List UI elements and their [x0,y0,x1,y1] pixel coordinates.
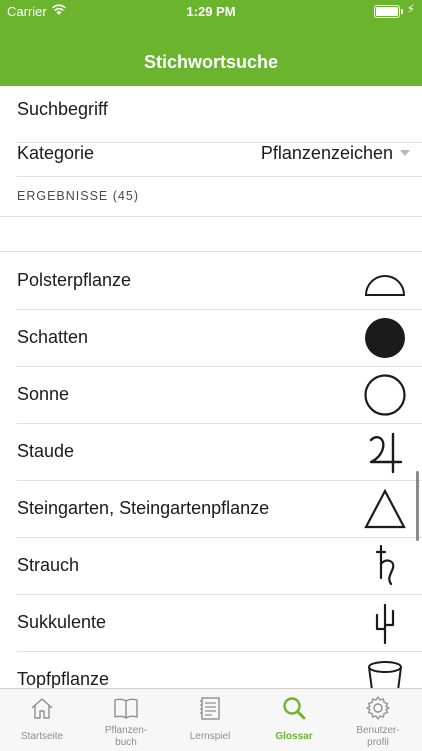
list-item[interactable]: Strauch [17,537,422,595]
jupiter-symbol-icon [369,432,403,474]
category-label: Kategorie [17,143,95,163]
list-item[interactable]: Sukkulente [17,594,422,652]
list-item[interactable]: Sonne [17,366,422,424]
clock: 1:29 PM [186,4,236,19]
item-name: Polsterpflanze [17,270,132,290]
tab-label: Pflanzen- buch [104,725,148,748]
notepad-icon [200,697,220,720]
item-name: Steingarten, Steingartenpflanze [17,498,270,518]
tab-pflanzenbuch[interactable]: Pflanzen- buch [84,689,168,751]
tab-label: Glossar [275,731,313,742]
item-name: Sukkulente [17,612,107,632]
results-count: ERGEBNISSE (45) [17,189,139,203]
search-icon [283,697,306,720]
tab-label: Startseite [20,731,64,742]
item-name: Schatten [17,327,89,347]
triangle-icon [364,488,406,529]
dropdown-caret-icon[interactable] [400,150,410,156]
cactus-icon [375,603,395,645]
list-item[interactable]: Staude [17,423,422,481]
list-item[interactable]: Topfpflanze [17,651,422,688]
tab-glossar[interactable]: Glossar [252,689,336,751]
navigation-header: Carrier 1:29 PM ⚡ Stichwortsuche [0,0,422,86]
battery-icon [374,5,403,18]
gear-icon [366,696,390,720]
book-icon [114,698,138,719]
circle-outline-icon [364,374,406,416]
item-name: Strauch [17,555,80,575]
item-name: Sonne [17,384,70,404]
tab-startseite[interactable]: Startseite [0,689,84,751]
category-selector[interactable]: Kategorie Pflanzenzeichen [17,126,422,177]
tab-label: Benutzer- profil [356,725,400,748]
tab-benutzerprofil[interactable]: Benutzer- profil [336,689,420,751]
list-item[interactable]: Steingarten, Steingartenpflanze [17,480,422,538]
section-spacer [0,217,422,252]
charging-icon: ⚡ [406,2,415,16]
scrollbar[interactable] [416,471,419,541]
item-name: Staude [17,441,75,461]
results-list: Polsterpflanze Schatten Sonne Staude Ste… [0,252,422,688]
category-value[interactable]: Pflanzenzeichen [261,143,393,164]
item-name: Topfpflanze [17,669,110,688]
saturn-symbol-icon [375,544,395,586]
tab-bar: Startseite Pflanzen- buch Lernspiel Glos… [0,688,422,751]
tab-lernspiel[interactable]: Lernspiel [168,689,252,751]
results-header: ERGEBNISSE (45) [0,176,422,217]
pot-icon [368,661,402,688]
list-item[interactable]: Schatten [17,309,422,367]
home-icon [31,698,53,719]
page-title: Stichwortsuche [143,52,279,72]
dome-symbol-icon [364,275,406,296]
list-item[interactable]: Polsterpflanze [17,252,422,310]
filled-circle-icon [365,318,405,358]
search-label: Suchbegriff [17,99,108,119]
status-bar: Carrier 1:29 PM ⚡ [0,0,422,22]
tab-label: Lernspiel [189,731,231,742]
